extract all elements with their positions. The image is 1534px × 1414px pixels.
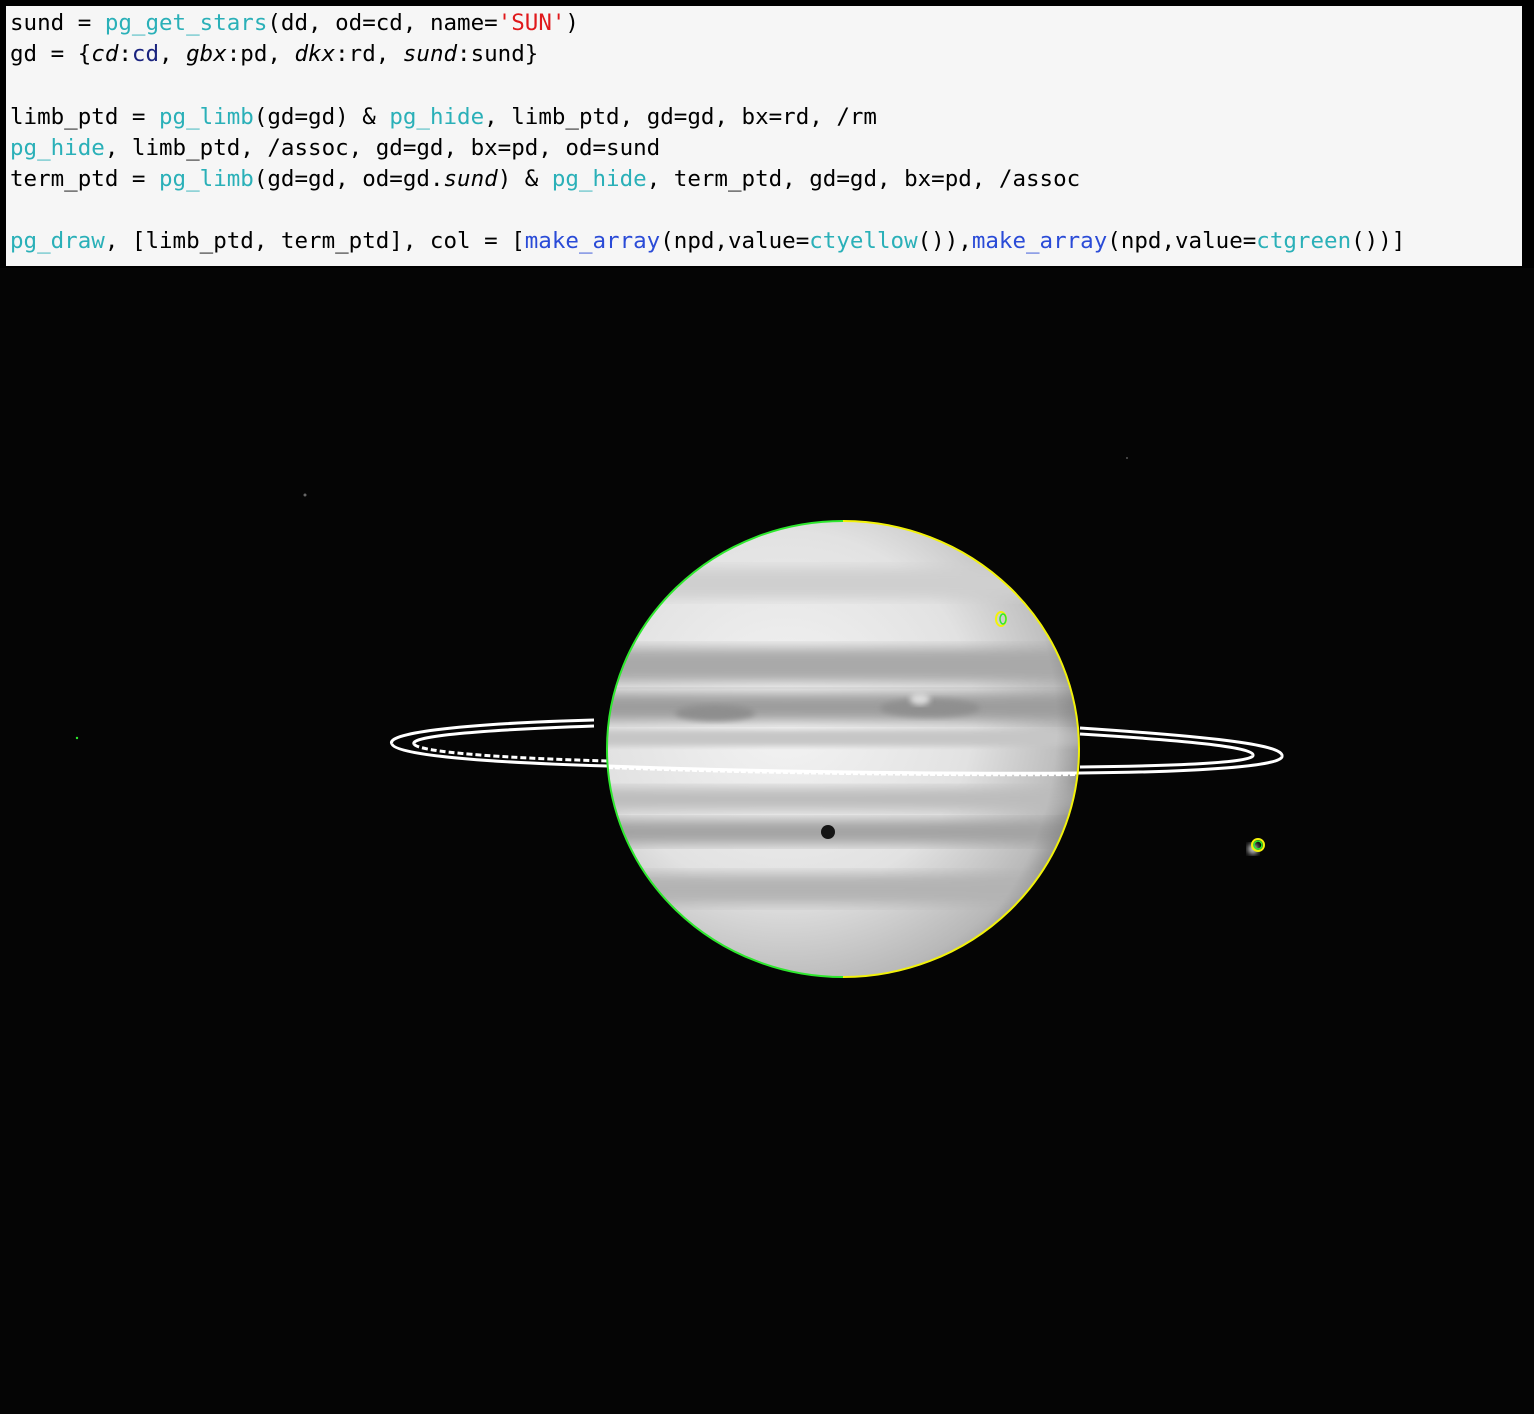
code-token: cd (131, 41, 160, 68)
code-line[interactable]: gd = {cd:cd, gbx:pd, dkx:rd, sund:sund} (10, 39, 1522, 70)
code-line[interactable]: pg_draw, [limb_ptd, term_ptd], col = [ma… (10, 226, 1522, 257)
code-token: ) & (497, 165, 552, 192)
code-line[interactable]: limb_ptd = pg_limb(gd=gd) & pg_hide, lim… (10, 102, 1522, 133)
code-line[interactable] (10, 70, 1522, 101)
code-token: pg_limb (159, 103, 254, 130)
code-token: , term_ptd, gd=gd, bx=pd, /assoc (646, 165, 1081, 192)
code-token: term_ptd = (10, 165, 160, 192)
code-token: ctgreen (1256, 228, 1352, 255)
planet-image (75, 457, 1284, 978)
code-token: pg_hide (551, 165, 647, 192)
code-token: pg_get_stars (104, 10, 268, 36)
code-token: ())] (1351, 228, 1406, 255)
code-line[interactable]: pg_hide, limb_ptd, /assoc, gd=gd, bx=pd,… (10, 133, 1522, 164)
code-token: :sund} (457, 41, 539, 68)
code-token: ) (565, 10, 579, 36)
code-token: pg_hide (389, 103, 485, 130)
code-token: sund = (10, 10, 105, 36)
code-token: : (118, 41, 132, 68)
code-editor[interactable]: sund = pg_get_stars(dd, od=cd, name='SUN… (6, 6, 1522, 266)
code-token: pg_draw (10, 228, 105, 255)
code-token: cd (91, 41, 119, 68)
code-token: sund (443, 165, 498, 192)
code-token: (gd=gd) & (253, 103, 390, 130)
code-token: gd = { (10, 41, 92, 68)
code-token: dkx (294, 41, 336, 68)
code-line[interactable] (10, 195, 1522, 226)
code-token: (dd, od=cd, name= (267, 10, 498, 36)
code-line[interactable]: sund = pg_get_stars(dd, od=cd, name='SUN… (10, 8, 1522, 39)
code-token: pg_hide (10, 134, 105, 161)
code-token: , [limb_ptd, term_ptd], col = [ (104, 228, 525, 255)
code-token: make_array (971, 228, 1108, 255)
code-token: sund (402, 41, 458, 68)
code-token: :pd, (226, 41, 295, 68)
code-token: , (159, 41, 187, 68)
code-token: ()), (917, 228, 972, 255)
moon-shadow (821, 825, 835, 839)
code-token: ctyellow (809, 228, 918, 255)
image-viewer (0, 268, 1534, 1414)
code-token: , limb_ptd, /assoc, gd=gd, bx=pd, od=sun… (104, 134, 661, 161)
code-token: (npd,value= (1107, 228, 1257, 255)
code-token: , limb_ptd, gd=gd, bx=rd, /rm (484, 103, 877, 130)
code-token: (gd=gd, od=gd. (253, 165, 444, 192)
moon (1248, 838, 1265, 854)
code-token: make_array (524, 228, 661, 255)
code-token: (npd,value= (660, 228, 810, 255)
code-token: limb_ptd = (10, 103, 160, 130)
code-line[interactable]: term_ptd = pg_limb(gd=gd, od=gd.sund) & … (10, 164, 1522, 195)
code-token: 'SUN' (497, 10, 566, 36)
code-token: gbx (186, 41, 227, 68)
code-token: pg_limb (159, 165, 254, 192)
code-token: :rd, (335, 41, 403, 68)
